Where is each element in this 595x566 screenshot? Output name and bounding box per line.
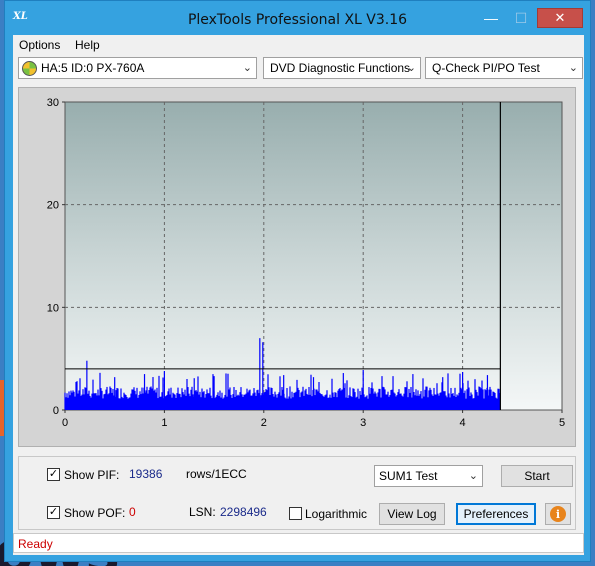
show-pif-label: Show PIF: bbox=[64, 468, 120, 482]
drive-select-value: HA:5 ID:0 PX-760A bbox=[41, 61, 145, 75]
title-bar[interactable]: XL PlexTools Professional XL V3.16 — ☐ ✕ bbox=[5, 1, 590, 35]
chart-panel: 0 10 20 30 0 1 2 3 4 5 bbox=[18, 87, 576, 447]
view-log-button[interactable]: View Log bbox=[379, 503, 445, 525]
minimize-button[interactable]: — bbox=[477, 8, 505, 28]
app-window: XL PlexTools Professional XL V3.16 — ☐ ✕… bbox=[4, 0, 591, 562]
chevron-down-icon: ⌄ bbox=[568, 62, 578, 74]
x-tick-label: 5 bbox=[559, 417, 565, 429]
test-select-value: Q-Check PI/PO Test bbox=[432, 61, 540, 75]
chevron-down-icon: ⌄ bbox=[406, 62, 416, 74]
lsn-value: 2298496 bbox=[220, 505, 267, 519]
info-button[interactable]: i bbox=[545, 503, 571, 525]
logarithmic-checkbox[interactable] bbox=[289, 507, 302, 520]
y-tick-label: 30 bbox=[47, 97, 59, 109]
menu-bar: Options Help bbox=[13, 35, 584, 55]
close-button[interactable]: ✕ bbox=[537, 8, 583, 28]
lsn-label: LSN: bbox=[189, 505, 216, 519]
sum-test-select[interactable]: SUM1 Test ⌄ bbox=[374, 465, 483, 487]
y-tick-label: 20 bbox=[47, 200, 59, 212]
pof-value: 0 bbox=[129, 505, 136, 519]
logarithmic-label: Logarithmic bbox=[305, 507, 368, 521]
show-pof-label: Show POF: bbox=[64, 506, 126, 520]
x-axis-ticks: 0 1 2 3 4 5 bbox=[62, 410, 565, 429]
info-icon: i bbox=[550, 506, 566, 522]
preferences-button[interactable]: Preferences bbox=[456, 503, 536, 525]
chevron-down-icon: ⌄ bbox=[242, 62, 252, 74]
maximize-button[interactable]: ☐ bbox=[507, 8, 535, 28]
x-tick-label: 2 bbox=[261, 417, 267, 429]
test-select[interactable]: Q-Check PI/PO Test ⌄ bbox=[425, 57, 583, 79]
status-text: Ready bbox=[18, 537, 53, 551]
show-pif-checkbox[interactable]: ✓ bbox=[47, 468, 60, 481]
pif-unit: rows/1ECC bbox=[186, 467, 247, 481]
x-tick-label: 3 bbox=[360, 417, 366, 429]
plot-area bbox=[64, 101, 563, 411]
y-axis-ticks: 0 10 20 30 bbox=[47, 97, 65, 417]
x-tick-label: 1 bbox=[161, 417, 167, 429]
drive-select[interactable]: HA:5 ID:0 PX-760A ⌄ bbox=[18, 57, 257, 79]
function-select[interactable]: DVD Diagnostic Functions ⌄ bbox=[263, 57, 421, 79]
toolbar: HA:5 ID:0 PX-760A ⌄ DVD Diagnostic Funct… bbox=[13, 57, 584, 81]
start-button[interactable]: Start bbox=[501, 465, 573, 487]
x-tick-label: 4 bbox=[460, 417, 466, 429]
menu-options[interactable]: Options bbox=[19, 38, 60, 52]
x-tick-label: 0 bbox=[62, 417, 68, 429]
y-tick-label: 10 bbox=[47, 302, 59, 314]
sum-test-value: SUM1 Test bbox=[379, 469, 438, 483]
controls-panel: ✓ Show PIF: 19386 rows/1ECC ✓ Show POF: … bbox=[18, 456, 576, 530]
chevron-down-icon: ⌄ bbox=[468, 470, 478, 482]
y-tick-label: 0 bbox=[53, 405, 59, 417]
pif-value: 19386 bbox=[129, 467, 163, 481]
menu-help[interactable]: Help bbox=[75, 38, 100, 52]
status-bar: Ready bbox=[13, 533, 584, 553]
drive-icon bbox=[22, 61, 37, 76]
pi-chart: 0 10 20 30 0 1 2 3 4 5 bbox=[47, 97, 565, 429]
show-pof-checkbox[interactable]: ✓ bbox=[47, 506, 60, 519]
function-select-value: DVD Diagnostic Functions bbox=[270, 61, 411, 75]
client-area: Options Help HA:5 ID:0 PX-760A ⌄ DVD Dia… bbox=[13, 35, 584, 555]
